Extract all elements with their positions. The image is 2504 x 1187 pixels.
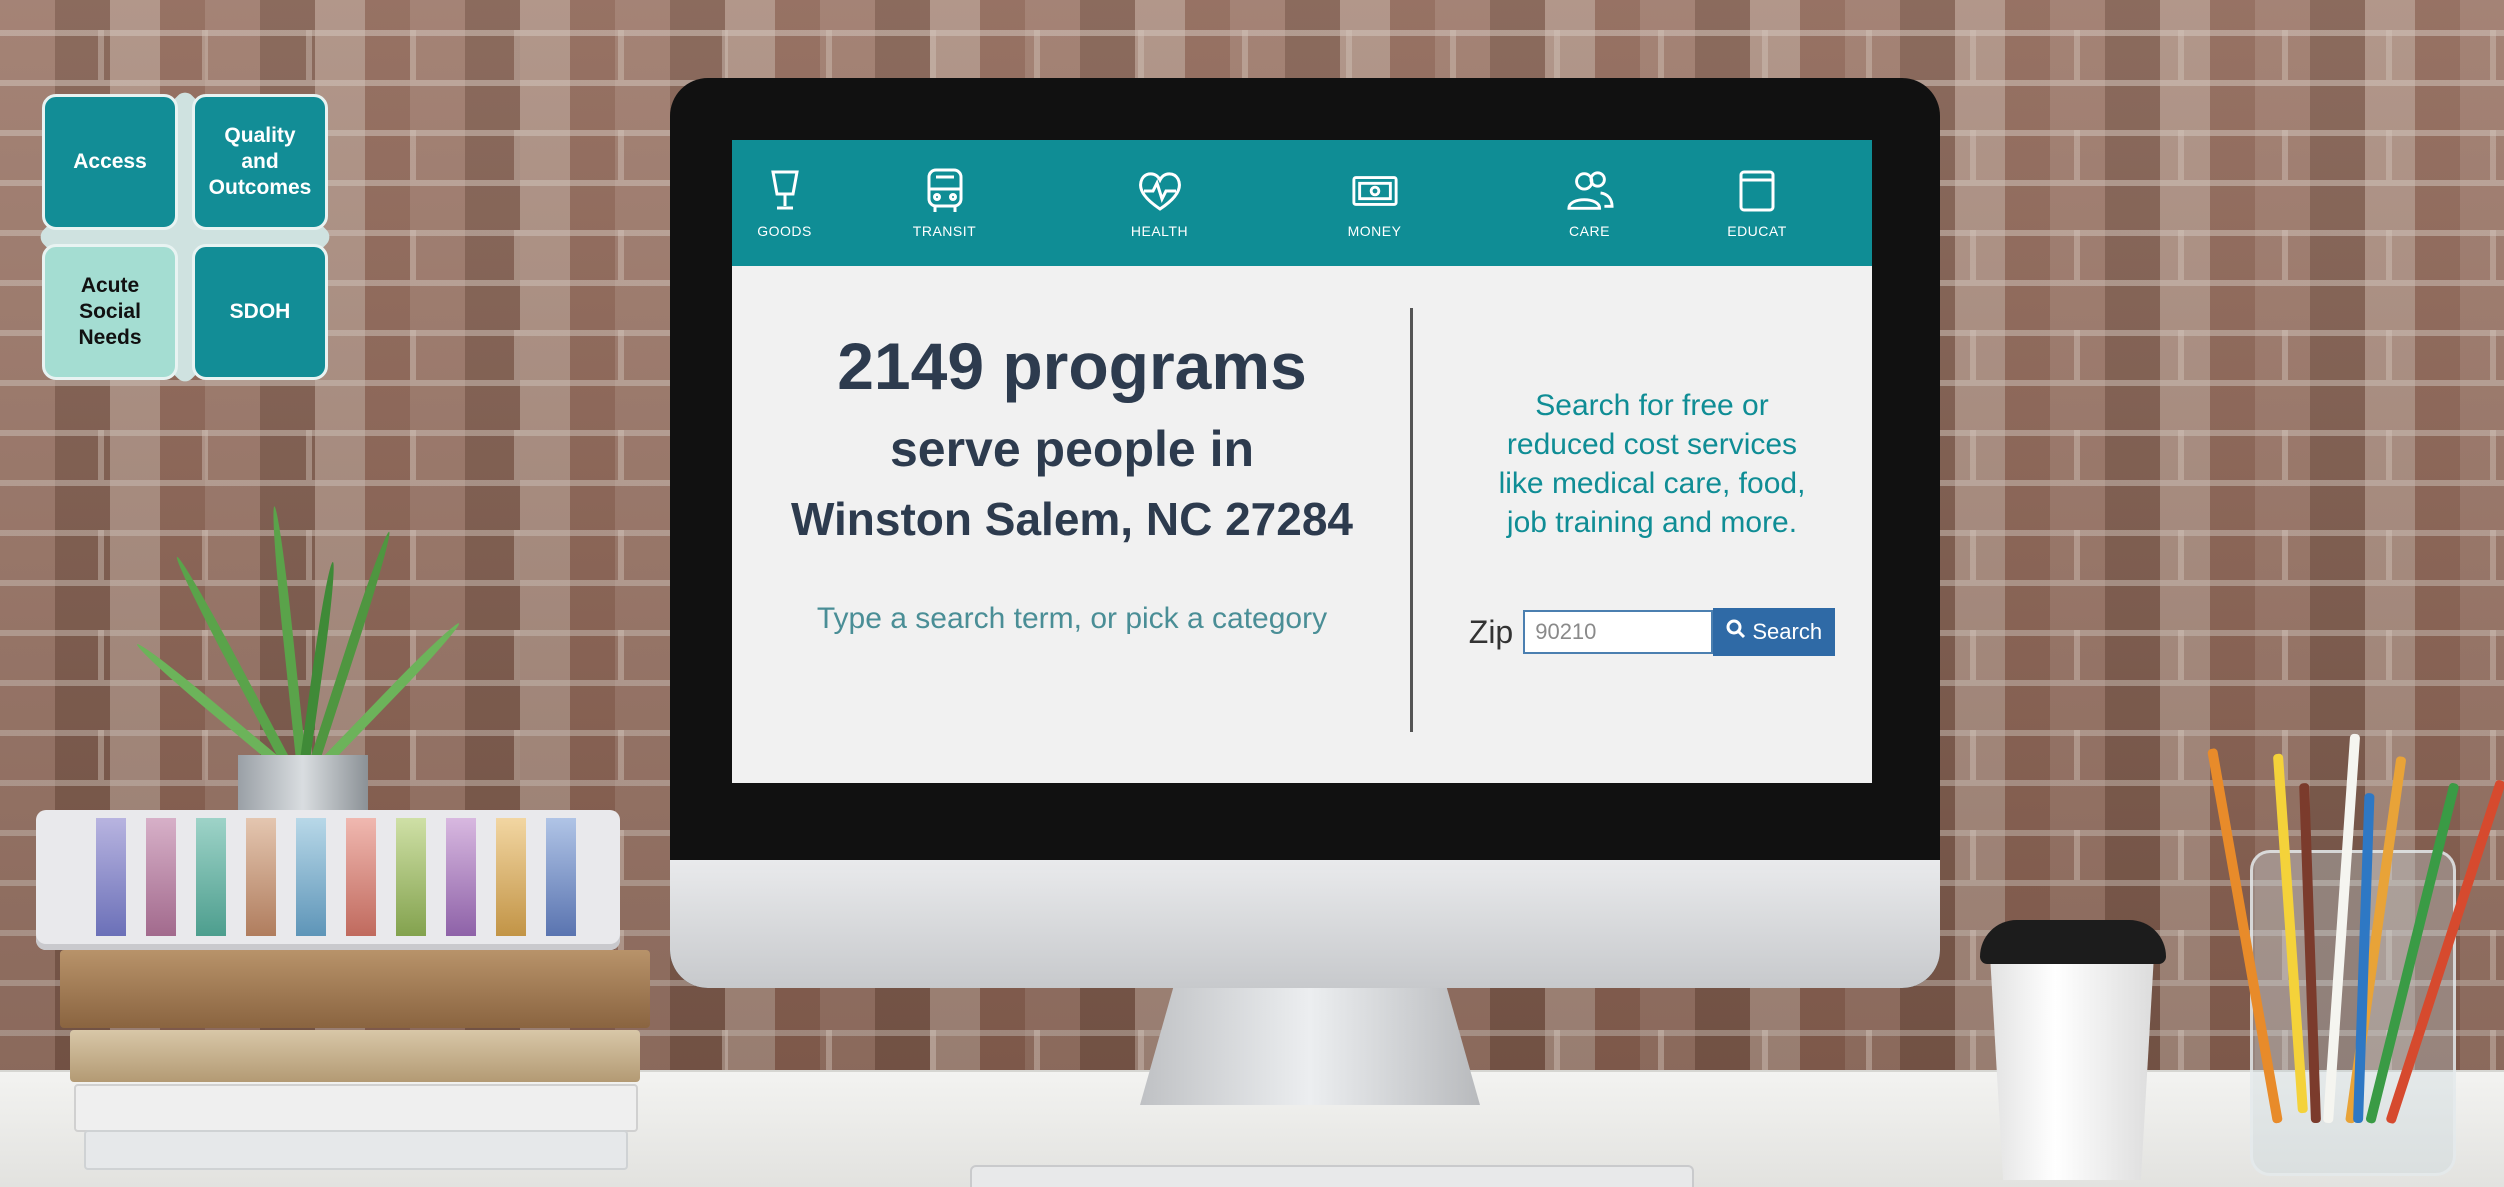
vertical-divider xyxy=(1410,308,1413,732)
pencil-jar xyxy=(2207,733,2504,1176)
nav-label-goods: GOODS xyxy=(757,223,812,239)
monitor: GOODS TRANSIT HEALTH MONEY CARE EDUCAT 2… xyxy=(670,78,1940,988)
nav-item-education[interactable]: EDUCAT xyxy=(1697,140,1817,266)
coffee-cup xyxy=(1990,955,2154,1180)
program-count-heading: 2149 programs xyxy=(837,329,1307,403)
monitor-stand xyxy=(1140,985,1480,1105)
monitor-chin xyxy=(670,860,1940,988)
nav-label-health: HEALTH xyxy=(1130,223,1189,239)
search-description-line: Search for free or xyxy=(1535,389,1769,422)
nav-item-care[interactable]: CARE xyxy=(1482,140,1697,266)
zip-search-row: Zip Search xyxy=(1432,608,1872,656)
hero-section: 2149 programs serve people in Winston Sa… xyxy=(732,300,1412,740)
search-description-line: like medical care, food, xyxy=(1498,467,1806,500)
nav-label-money: MONEY xyxy=(1347,223,1402,239)
nav-label-care: CARE xyxy=(1569,223,1610,239)
zip-label: Zip xyxy=(1468,613,1514,650)
screen: GOODS TRANSIT HEALTH MONEY CARE EDUCAT 2… xyxy=(732,140,1872,783)
lamp-icon xyxy=(761,167,809,215)
zip-input[interactable] xyxy=(1523,610,1714,654)
book-stack xyxy=(40,880,650,1180)
heart-pulse-icon xyxy=(1136,167,1184,215)
people-icon xyxy=(1566,167,1614,215)
tile-access: Access xyxy=(42,94,178,230)
nav-label-education: EDUCAT xyxy=(1727,223,1787,239)
tile-sdoh: SDOH xyxy=(192,244,328,380)
coffee-cup-lid xyxy=(1980,920,2166,964)
search-description-line: reduced cost services xyxy=(1506,428,1798,461)
tile-quality-outcomes: Quality and Outcomes xyxy=(192,94,328,230)
cash-icon xyxy=(1351,167,1399,215)
nav-item-health[interactable]: HEALTH xyxy=(1052,140,1267,266)
search-button-label: Search xyxy=(1752,619,1823,644)
search-description-line: job training and more. xyxy=(1506,506,1798,539)
nav-item-goods[interactable]: GOODS xyxy=(732,140,837,266)
serve-subheading: serve people in xyxy=(889,421,1255,477)
category-nav: GOODS TRANSIT HEALTH MONEY CARE EDUCAT xyxy=(732,140,1872,266)
quadrant-diagram: Access Quality and Outcomes Acute Social… xyxy=(10,62,360,412)
location-heading: Winston Salem, NC 27284 xyxy=(791,493,1353,545)
bus-icon xyxy=(921,167,969,215)
search-hint-link[interactable]: Type a search term, or pick a category xyxy=(732,602,1412,636)
nav-label-transit: TRANSIT xyxy=(912,223,977,239)
search-button[interactable]: Search xyxy=(1713,608,1836,656)
book-icon xyxy=(1733,167,1781,215)
nav-item-transit[interactable]: TRANSIT xyxy=(837,140,1052,266)
keyboard xyxy=(970,1165,1694,1187)
search-icon xyxy=(1726,619,1746,645)
search-description: Search for free or reduced cost services… xyxy=(1432,386,1872,542)
tile-acute-social-needs: Acute Social Needs xyxy=(42,244,178,380)
search-section: Search for free or reduced cost services… xyxy=(1432,300,1872,740)
nav-item-money[interactable]: MONEY xyxy=(1267,140,1482,266)
